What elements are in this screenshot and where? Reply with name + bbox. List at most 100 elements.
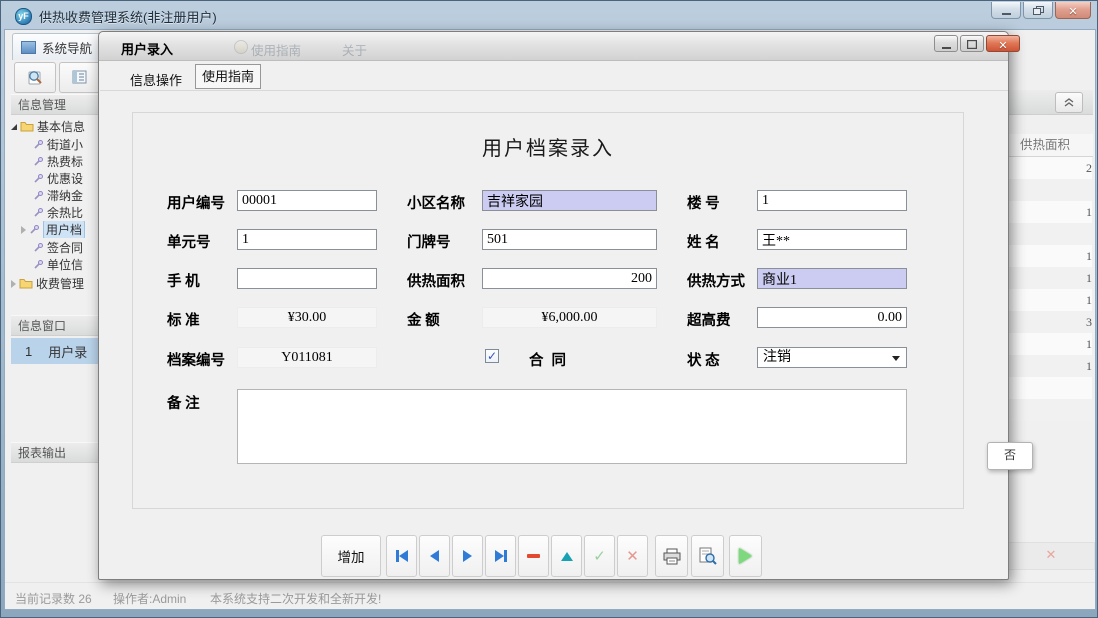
close-icon: ✕ xyxy=(1068,6,1077,18)
tab-user-guide[interactable]: 使用指南 xyxy=(195,64,261,89)
label-building: 楼 号 xyxy=(687,192,720,213)
user-entry-dialog: 用户录入 使用指南 关于 ✕ 信息操作 使用指南 用户档案录入 用户编号 小区名… xyxy=(98,31,1009,580)
tool-icon xyxy=(33,207,44,218)
collapse-panel-button[interactable] xyxy=(1055,92,1083,113)
dialog-titlebar[interactable]: 用户录入 使用指南 关于 ✕ xyxy=(99,32,1008,61)
search-preview-button[interactable] xyxy=(14,62,56,93)
system-nav-button[interactable]: 系统导航 xyxy=(12,33,108,60)
input-unit[interactable] xyxy=(237,229,377,250)
input-name[interactable] xyxy=(757,229,907,250)
tab-info-operation[interactable]: 信息操作 xyxy=(130,70,182,89)
label-unit: 单元号 xyxy=(167,231,211,252)
status-combobox[interactable]: 注销 xyxy=(757,347,907,368)
nav-first-button[interactable] xyxy=(386,535,417,577)
nav-last-button[interactable] xyxy=(485,535,516,577)
report-list-button[interactable] xyxy=(59,62,101,93)
tool-icon xyxy=(33,259,44,270)
grid-cell[interactable]: 1 xyxy=(1007,267,1092,289)
nav-prev-button[interactable] xyxy=(419,535,450,577)
label-phone: 手 机 xyxy=(167,270,200,291)
chevron-down-icon xyxy=(892,356,900,361)
grid-cell[interactable]: 1 xyxy=(1007,201,1092,223)
nav-grid-icon xyxy=(21,41,36,54)
grid-cell[interactable]: 1 xyxy=(1007,289,1092,311)
close-x-icon: ✕ xyxy=(1046,547,1057,562)
grid-cell[interactable]: 1 xyxy=(1007,355,1092,377)
status-bar: 当前记录数 26 操作者:Admin 本系统支持二次开发和全新开发! xyxy=(5,582,1095,610)
tree-label: 收费管理 xyxy=(36,275,84,292)
input-area[interactable] xyxy=(482,268,657,289)
post-record-button[interactable]: ✓ xyxy=(584,535,615,577)
tool-icon xyxy=(33,242,44,253)
label-over-fee: 超高费 xyxy=(687,309,731,330)
dialog-close-button[interactable]: ✕ xyxy=(986,35,1020,52)
grid-cell[interactable] xyxy=(1007,223,1092,245)
close-button[interactable]: ✕ xyxy=(1055,2,1091,19)
input-heat-type[interactable] xyxy=(757,268,907,289)
grid-cell[interactable]: 3 xyxy=(1007,311,1092,333)
grid-cell[interactable]: 2 xyxy=(1007,157,1092,179)
grid-cell[interactable]: 1 xyxy=(1007,333,1092,355)
grid-column-header-area[interactable]: 供热面积 xyxy=(1007,134,1093,157)
cross-icon: ✕ xyxy=(626,547,639,565)
folder-icon xyxy=(20,121,34,132)
row-index: 1 xyxy=(25,344,32,359)
tool-icon xyxy=(33,156,44,167)
tree-label: 滞纳金 xyxy=(47,187,83,204)
section-header-info-mgmt[interactable]: 信息管理 xyxy=(11,94,103,115)
first-record-icon xyxy=(399,550,408,562)
delete-record-button[interactable] xyxy=(518,535,549,577)
dialog-title: 用户录入 xyxy=(121,39,173,58)
info-window-row[interactable]: 1 用户录 xyxy=(11,338,103,364)
label-contract: 合同 xyxy=(529,349,574,370)
execute-button[interactable] xyxy=(729,535,762,577)
triangle-up-icon xyxy=(561,552,573,561)
label-user-no: 用户编号 xyxy=(167,192,225,213)
window-title: 供热收费管理系统(非注册用户) xyxy=(39,7,217,26)
check-icon: ✓ xyxy=(593,547,606,565)
dialog-maximize-button[interactable] xyxy=(960,35,984,52)
last-record-icon xyxy=(504,550,507,562)
dialog-minimize-button[interactable] xyxy=(934,35,958,52)
contract-checkbox[interactable]: ✓ xyxy=(485,349,499,363)
section-header-info-window[interactable]: 信息窗口 xyxy=(11,315,103,336)
tree-label: 签合同 xyxy=(47,239,83,256)
row-label: 用户录 xyxy=(48,342,87,361)
ghost-menu-about: 关于 xyxy=(342,40,367,59)
tree-label: 热费标 xyxy=(47,153,83,170)
tool-icon xyxy=(33,139,44,150)
input-phone[interactable] xyxy=(237,268,377,289)
minimize-button[interactable] xyxy=(991,2,1021,19)
label-standard: 标 准 xyxy=(167,309,200,330)
expander-closed-icon[interactable] xyxy=(11,280,16,288)
list-report-icon xyxy=(72,70,88,85)
input-building[interactable] xyxy=(757,190,907,211)
print-preview-button[interactable] xyxy=(691,535,724,577)
tree-node-basic-info[interactable]: 基本信息 xyxy=(11,118,103,135)
label-archive-no: 档案编号 xyxy=(167,349,225,370)
minimize-icon xyxy=(942,47,951,49)
cancel-record-button[interactable]: ✕ xyxy=(617,535,648,577)
add-button[interactable]: 增加 xyxy=(321,535,381,577)
input-user-no[interactable] xyxy=(237,190,377,211)
section-header-report[interactable]: 报表输出 xyxy=(11,442,103,463)
background-toolbar-strip: ✕ xyxy=(1007,542,1095,570)
grid-cell[interactable]: 1 xyxy=(1007,245,1092,267)
tab-strip-divider xyxy=(100,90,1008,91)
grid-cell[interactable] xyxy=(1007,179,1092,201)
nav-next-button[interactable] xyxy=(452,535,483,577)
edit-record-button[interactable] xyxy=(551,535,582,577)
tree-node-fee-mgmt[interactable]: 收费管理 xyxy=(11,275,103,292)
label-door: 门牌号 xyxy=(407,231,451,252)
input-door[interactable] xyxy=(482,229,657,250)
folder-icon xyxy=(19,278,33,289)
remark-textarea[interactable] xyxy=(237,389,907,464)
next-record-icon xyxy=(463,550,472,562)
input-community[interactable] xyxy=(482,190,657,211)
input-over-fee[interactable] xyxy=(757,307,907,328)
operator-label: 操作者:Admin xyxy=(113,590,186,607)
restore-button[interactable] xyxy=(1023,2,1053,19)
expander-closed-icon[interactable] xyxy=(21,226,26,234)
print-button[interactable] xyxy=(655,535,688,577)
expander-open-icon[interactable] xyxy=(11,124,17,130)
